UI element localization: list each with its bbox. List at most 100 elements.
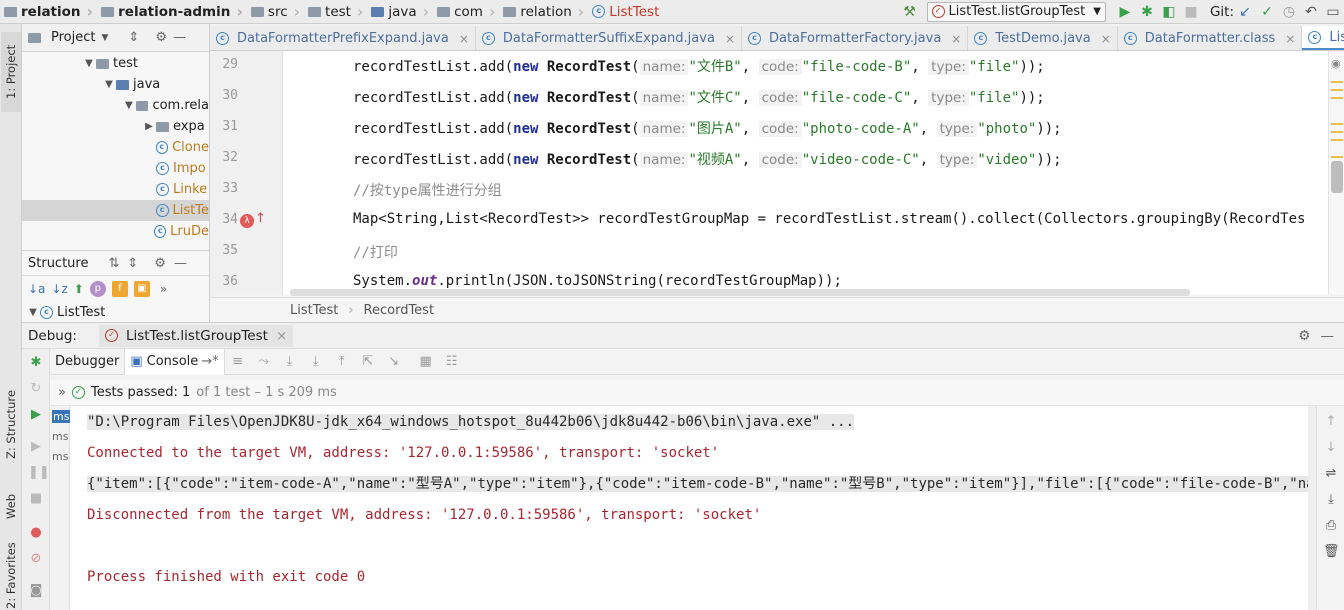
override-arrow-icon[interactable]: ↑ bbox=[255, 211, 266, 226]
duration-label[interactable]: ms bbox=[52, 450, 68, 463]
tab-console[interactable]: ▣ Console →* bbox=[125, 348, 225, 375]
stop-icon[interactable]: ■ bbox=[28, 491, 44, 507]
resume-icon[interactable]: ▶ bbox=[28, 407, 44, 423]
mute-breakpoints-icon[interactable]: ⊘ bbox=[28, 551, 44, 567]
code-line[interactable]: recordTestList.add(new RecordTest(name: "… bbox=[353, 56, 1045, 76]
nav-crumb-module[interactable]: relation-admin › bbox=[97, 0, 247, 24]
code-line[interactable]: Map<String,List<RecordTest>> recordTestG… bbox=[353, 211, 1305, 227]
properties-icon[interactable]: p bbox=[89, 281, 106, 297]
pause-icon[interactable]: ❚❚ bbox=[28, 465, 50, 481]
code-line[interactable]: recordTestList.add(new RecordTest(name: "… bbox=[353, 87, 1045, 107]
console-output[interactable]: "D:\Program Files\OpenJDK8U-jdk_x64_wind… bbox=[70, 406, 1308, 610]
evaluate-icon[interactable]: ▦ bbox=[413, 354, 439, 369]
nav-crumb-java[interactable]: java › bbox=[367, 0, 433, 24]
chevron-down-icon[interactable]: ▼ bbox=[101, 33, 108, 43]
debug-icon[interactable]: ✱ bbox=[1136, 1, 1158, 23]
project-tree-item[interactable]: ▼ java bbox=[22, 74, 209, 95]
editor-tab[interactable]: c DataFormatterPrefixExpand.java × bbox=[210, 26, 476, 50]
nav-crumb-relation[interactable]: relation › bbox=[499, 0, 588, 24]
print-icon[interactable]: ⎙ bbox=[1323, 518, 1339, 534]
editor-scroll-thumb[interactable] bbox=[1331, 161, 1343, 193]
fields-icon[interactable]: f bbox=[111, 281, 128, 297]
close-icon[interactable]: × bbox=[276, 328, 287, 344]
horizontal-scrollbar[interactable] bbox=[290, 289, 1190, 296]
sort-icon[interactable]: ⇅ bbox=[108, 256, 119, 271]
tab-debugger[interactable]: Debugger bbox=[50, 348, 126, 375]
drop-frame-icon[interactable]: ⇱ bbox=[355, 354, 381, 369]
non-public-icon[interactable]: ▣ bbox=[133, 281, 150, 297]
git-update-icon[interactable]: ↙ bbox=[1234, 1, 1256, 23]
close-icon[interactable]: × bbox=[459, 32, 469, 46]
hammer-icon[interactable]: ⚒ bbox=[899, 1, 921, 23]
show-inherited-icon[interactable]: ⬆ bbox=[74, 282, 84, 296]
close-icon[interactable]: × bbox=[725, 32, 735, 46]
minimize-icon[interactable]: — bbox=[174, 256, 187, 271]
git-rollback-icon[interactable]: ↶ bbox=[1300, 1, 1322, 23]
project-tree-item[interactable]: c LruDe bbox=[22, 221, 209, 242]
duration-label[interactable]: ms bbox=[52, 430, 68, 443]
code-line[interactable]: System.out.println(JSON.toJSONString(rec… bbox=[353, 273, 842, 289]
arrow-up-icon[interactable]: ↑ bbox=[1323, 414, 1339, 430]
step-out-icon[interactable]: ⤒ bbox=[329, 354, 355, 369]
nav-crumb-project[interactable]: relation › bbox=[0, 0, 97, 24]
arrow-down-icon[interactable]: ↓ bbox=[1323, 440, 1339, 456]
project-tool-tab[interactable]: 1: Project bbox=[1, 32, 21, 112]
trash-icon[interactable]: 🗑 bbox=[1323, 544, 1340, 560]
code-editor[interactable]: recordTestList.add(new RecordTest(name: "… bbox=[283, 51, 1328, 295]
nav-crumb-com[interactable]: com › bbox=[433, 0, 499, 24]
project-tree-item[interactable]: c ListTe bbox=[22, 200, 209, 221]
close-icon[interactable]: × bbox=[951, 32, 961, 46]
stop-icon[interactable]: ■ bbox=[1180, 1, 1202, 23]
rerun-icon[interactable]: ✱ bbox=[28, 355, 44, 371]
code-comment[interactable]: //打印 bbox=[353, 242, 398, 262]
lambda-breakpoint-icon[interactable]: λ bbox=[240, 214, 254, 228]
duration-label[interactable]: ms bbox=[52, 410, 71, 423]
project-tree-item[interactable]: ▼ test bbox=[22, 53, 209, 74]
sort-alpha-icon[interactable]: ↓a bbox=[28, 282, 45, 296]
structure-root-item[interactable]: ▼ c ListTest bbox=[22, 302, 209, 322]
git-history-icon[interactable]: ◷ bbox=[1278, 1, 1300, 23]
editor-error-stripe[interactable]: ◉ bbox=[1328, 51, 1344, 295]
git-commit-icon[interactable]: ✓ bbox=[1256, 1, 1278, 23]
resume-program-icon[interactable]: ▶ bbox=[28, 439, 44, 455]
camera-icon[interactable]: ◙ bbox=[28, 583, 44, 599]
close-icon[interactable]: × bbox=[1101, 32, 1111, 46]
editor-tab[interactable]: c DataFormatter.class × bbox=[1118, 26, 1303, 50]
rerun-failed-icon[interactable]: ↻ bbox=[28, 381, 44, 397]
window-icon[interactable]: ▭ bbox=[1322, 1, 1344, 23]
collapse-icon[interactable]: ⇕ bbox=[127, 256, 138, 271]
editor-tab[interactable]: cListTest.java× bbox=[1302, 26, 1344, 50]
code-line[interactable]: recordTestList.add(new RecordTest(name: "… bbox=[353, 149, 1062, 169]
show-execution-point-icon[interactable]: ⤳ bbox=[251, 354, 277, 369]
minimize-icon[interactable]: — bbox=[173, 30, 186, 45]
project-tree-item[interactable]: c Clone bbox=[22, 137, 209, 158]
minimize-icon[interactable]: — bbox=[1321, 328, 1335, 344]
sort-visibility-icon[interactable]: ↓z bbox=[51, 282, 67, 296]
run-to-cursor-icon[interactable]: ↘ bbox=[381, 354, 407, 369]
console-scrollbar[interactable] bbox=[1308, 406, 1316, 610]
expand-icon[interactable]: » bbox=[58, 385, 66, 400]
debug-session-tab[interactable]: ✓ ListTest.listGroupTest × bbox=[98, 324, 294, 347]
menu-icon[interactable]: ≡ bbox=[225, 354, 251, 369]
code-breadcrumb-class[interactable]: ListTest bbox=[290, 303, 338, 318]
soft-wrap-icon[interactable]: ⇌ bbox=[1323, 466, 1339, 482]
project-tree-item[interactable]: c Linke bbox=[22, 179, 209, 200]
close-icon[interactable]: × bbox=[1285, 32, 1295, 46]
editor-tab[interactable]: c DataFormatterSuffixExpand.java × bbox=[476, 26, 742, 50]
run-config-select[interactable]: ✓ ListTest.listGroupTest ▼ bbox=[926, 1, 1106, 22]
editor-tab[interactable]: c DataFormatterFactory.java × bbox=[742, 26, 969, 50]
project-tree-item[interactable]: c Impo bbox=[22, 158, 209, 179]
more-icon[interactable]: » bbox=[160, 282, 167, 296]
gear-icon[interactable]: ⚙ bbox=[155, 30, 167, 45]
favorites-tool-tab[interactable]: 2: Favorites bbox=[1, 540, 21, 610]
web-tool-tab[interactable]: Web bbox=[1, 484, 21, 528]
scroll-to-end-icon[interactable]: ⤓ bbox=[1323, 492, 1339, 508]
project-tree-item[interactable]: ▼ com.rela bbox=[22, 95, 209, 116]
gear-icon[interactable]: ⚙ bbox=[154, 256, 166, 271]
project-view-select[interactable]: Project bbox=[51, 30, 95, 45]
view-breakpoints-icon[interactable]: ● bbox=[28, 525, 44, 541]
nav-crumb-src[interactable]: src › bbox=[247, 0, 304, 24]
project-tree-item[interactable]: ▶ expa bbox=[22, 116, 209, 137]
run-icon[interactable]: ▶ bbox=[1114, 1, 1136, 23]
step-over-icon[interactable]: ⤓ bbox=[277, 354, 303, 369]
